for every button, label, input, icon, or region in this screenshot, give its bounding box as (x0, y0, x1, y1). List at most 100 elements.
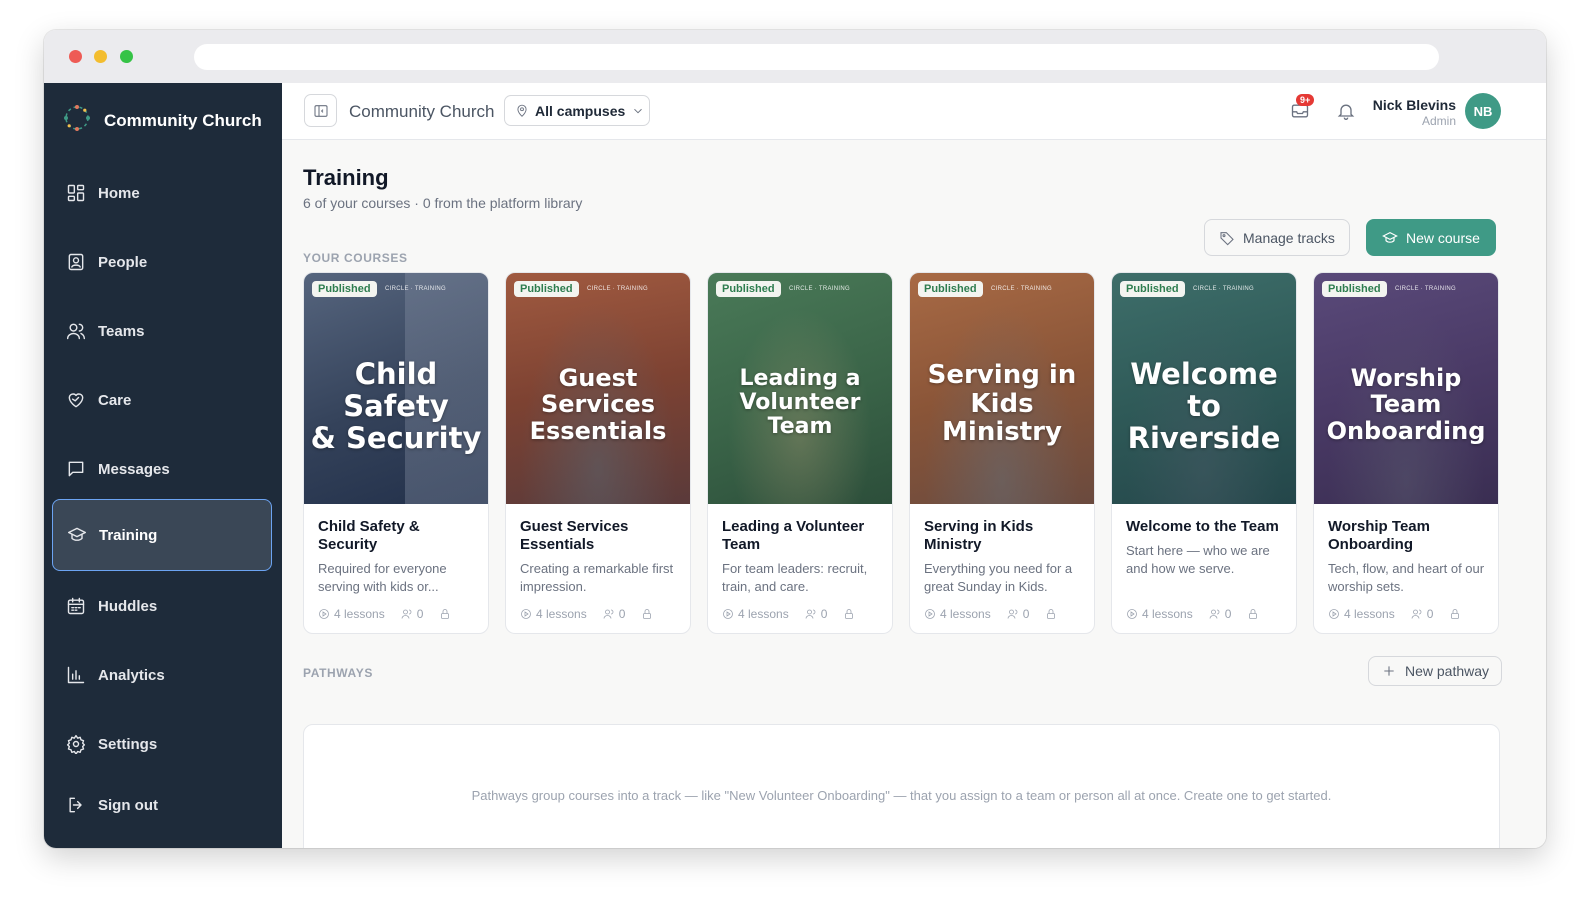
new-pathway-button[interactable]: New pathway (1368, 656, 1503, 686)
course-card[interactable]: Published CIRCLE · TRAINING Welcome to R… (1111, 272, 1297, 634)
main-content: Community Church All campuses 9+ Nick Bl… (282, 83, 1546, 848)
course-cover-image: Published CIRCLE · TRAINING Worship Team… (1314, 273, 1498, 504)
course-description: For team leaders: recruit, train, and ca… (722, 561, 868, 594)
course-description: Required for everyone serving with kids … (318, 561, 447, 594)
inbox-count-badge: 9+ (1296, 94, 1315, 106)
status-badge: Published (1120, 281, 1185, 297)
manage-tracks-label: Manage tracks (1243, 229, 1335, 246)
lock-icon (441, 609, 450, 619)
map-pin-icon (517, 104, 527, 117)
sidebar-item-training[interactable]: Training (52, 499, 272, 571)
course-brand: CIRCLE · TRAINING (1193, 286, 1254, 292)
chevron-down-icon (634, 108, 643, 113)
grid-icon (66, 183, 86, 203)
sidebar-item-label: Messages (98, 460, 170, 478)
address-bar[interactable] (194, 44, 1439, 70)
avatar[interactable]: NB (1465, 93, 1501, 129)
new-course-label: New course (1406, 229, 1480, 246)
play-circle-icon (1127, 609, 1137, 619)
sidebar-item-teams[interactable]: Teams (52, 295, 272, 367)
users-icon (66, 321, 86, 341)
close-window-button[interactable] (69, 50, 82, 63)
lesson-count: 4 lessons (1142, 607, 1193, 621)
sidebar-brand[interactable]: Community Church (62, 103, 262, 138)
course-brand: CIRCLE · TRAINING (789, 286, 850, 292)
course-cover-title: Child Safety & Security (310, 357, 482, 455)
sidebar-item-label: Analytics (98, 666, 165, 684)
tag-icon (1220, 231, 1234, 245)
lesson-count: 4 lessons (738, 607, 789, 621)
course-title: Worship Team Onboarding (1328, 518, 1430, 553)
user-name[interactable]: Nick Blevins (1373, 97, 1456, 113)
sidebar-item-analytics[interactable]: Analytics (52, 639, 272, 711)
topbar-org-title: Community Church (349, 102, 495, 121)
course-card[interactable]: Published CIRCLE · TRAINING Leading a Vo… (707, 272, 893, 634)
course-title: Serving in Kids Ministry (924, 518, 1034, 553)
course-cover-image: Published CIRCLE · TRAINING Welcome to R… (1112, 273, 1296, 504)
course-card[interactable]: Published CIRCLE · TRAINING Child Safety… (303, 272, 489, 634)
sidebar-item-care[interactable]: Care (52, 364, 272, 436)
member-count: 0 (618, 607, 626, 621)
sidebar-item-sign-out[interactable]: Sign out (52, 769, 272, 841)
lesson-count: 4 lessons (536, 607, 587, 621)
play-circle-icon (723, 609, 733, 619)
message-icon (66, 459, 86, 479)
users-icon (603, 609, 614, 619)
course-title: Leading a Volunteer Team (722, 518, 865, 553)
course-card[interactable]: Published CIRCLE · TRAINING Guest Servic… (505, 272, 691, 634)
play-circle-icon (925, 609, 935, 619)
sidebar-item-huddles[interactable]: Huddles (52, 570, 272, 642)
new-course-button[interactable]: New course (1366, 219, 1496, 256)
course-cover-image: Published CIRCLE · TRAINING Serving in K… (910, 273, 1094, 504)
course-cover-title: Serving in Kids Ministry (927, 360, 1077, 448)
notifications-button[interactable] (1336, 101, 1358, 123)
course-description: Start here — who we are and how we serve… (1126, 543, 1270, 576)
sidebar-item-label: Home (98, 184, 140, 202)
course-card[interactable]: Published CIRCLE · TRAINING Worship Team… (1313, 272, 1499, 634)
course-description: Everything you need for a great Sunday i… (924, 561, 1073, 594)
member-count: 0 (416, 607, 424, 621)
user-role: Admin (1421, 114, 1456, 128)
course-description: Creating a remarkable first impression. (520, 561, 674, 594)
course-cover-image: Published CIRCLE · TRAINING Leading a Vo… (708, 273, 892, 504)
lock-icon (1249, 609, 1258, 619)
manage-tracks-button[interactable]: Manage tracks (1204, 219, 1350, 256)
campus-select[interactable]: All campuses (504, 95, 650, 126)
course-meta: 4 lessons 0 (924, 607, 1057, 621)
status-badge: Published (716, 281, 781, 297)
course-brand: CIRCLE · TRAINING (587, 286, 648, 292)
users-icon (1007, 609, 1018, 619)
church-logo-icon (62, 103, 92, 138)
pathways-heading: PATHWAYS (303, 666, 373, 680)
member-count: 0 (1426, 607, 1434, 621)
lock-icon (845, 609, 854, 619)
pathways-empty-state: Pathways group courses into a track — li… (303, 724, 1500, 848)
status-badge: Published (514, 281, 579, 297)
sidebar-item-messages[interactable]: Messages (52, 433, 272, 505)
heart-handshake-icon (66, 390, 86, 410)
course-meta: 4 lessons 0 (520, 607, 653, 621)
course-cover-image: Published CIRCLE · TRAINING Guest Servic… (506, 273, 690, 504)
status-badge: Published (918, 281, 983, 297)
browser-titlebar (44, 30, 1546, 83)
course-meta: 4 lessons 0 (722, 607, 855, 621)
pathways-empty-text: Pathways group courses into a track — li… (471, 788, 1332, 803)
course-cover-title: Leading a Volunteer Team (739, 366, 861, 440)
status-badge: Published (1322, 281, 1387, 297)
course-card[interactable]: Published CIRCLE · TRAINING Serving in K… (909, 272, 1095, 634)
member-count: 0 (1224, 607, 1232, 621)
member-count: 0 (1022, 607, 1030, 621)
browser-window: Community Church Home People Teams Care … (44, 30, 1546, 848)
sidebar-item-label: Huddles (98, 597, 158, 615)
minimize-window-button[interactable] (94, 50, 107, 63)
sidebar-item-label: Training (99, 526, 158, 544)
users-icon (401, 609, 412, 619)
sidebar-item-home[interactable]: Home (52, 157, 272, 229)
maximize-window-button[interactable] (120, 50, 133, 63)
play-circle-icon (319, 609, 329, 619)
collapse-sidebar-button[interactable] (304, 94, 337, 127)
sidebar-item-people[interactable]: People (52, 226, 272, 298)
sidebar-item-label: Teams (98, 322, 145, 340)
page-subtitle: 6 of your courses · 0 from the platform … (303, 195, 583, 211)
contact-icon (66, 252, 86, 272)
